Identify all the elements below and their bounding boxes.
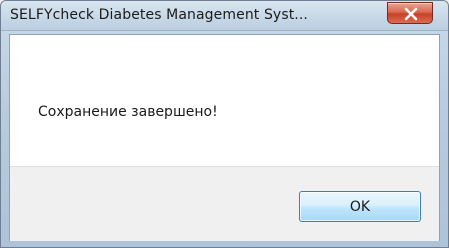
close-icon xyxy=(404,7,418,21)
button-bar: OK xyxy=(10,166,439,241)
dialog-message: Сохранение завершено! xyxy=(38,104,218,120)
ok-button[interactable]: OK xyxy=(299,191,421,222)
title-bar[interactable]: SELFYcheck Diabetes Management Syst... xyxy=(1,1,448,31)
message-area: Сохранение завершено! xyxy=(10,35,439,166)
dialog-window: SELFYcheck Diabetes Management Syst... С… xyxy=(0,0,449,248)
window-title: SELFYcheck Diabetes Management Syst... xyxy=(10,7,308,23)
dialog-content: Сохранение завершено! OK xyxy=(9,34,440,241)
close-button[interactable] xyxy=(387,2,433,24)
